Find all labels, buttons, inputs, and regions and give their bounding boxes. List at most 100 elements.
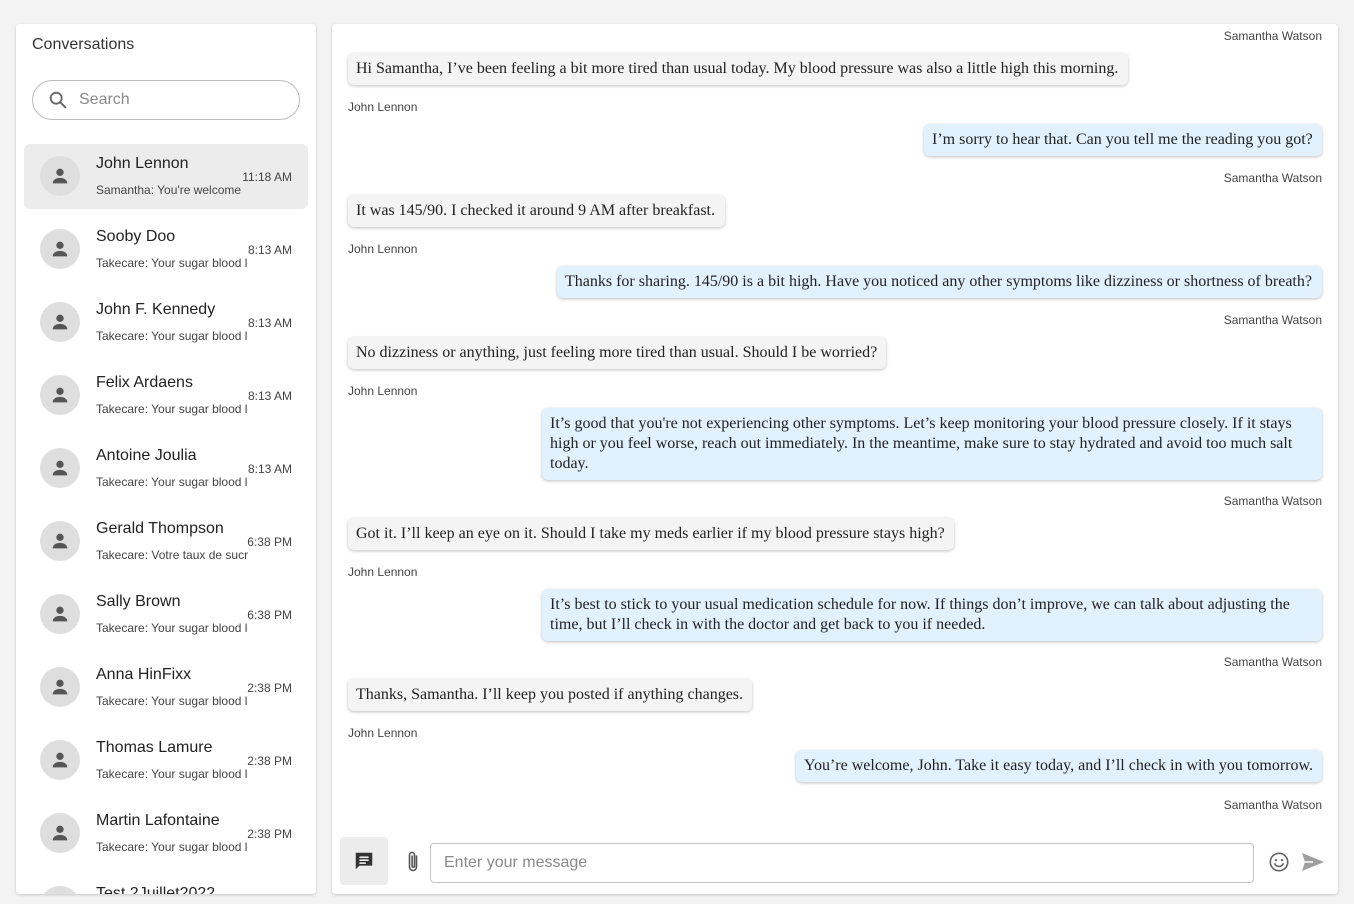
conversation-name: John F. Kennedy: [96, 301, 216, 318]
conversation-item[interactable]: Sally Brown Takecare: Your sugar blood le…: [24, 582, 308, 647]
paperclip-icon: [408, 851, 418, 872]
incoming-message: No dizziness or anything, just feeling m…: [348, 337, 886, 369]
conversation-item[interactable]: Thomas Lamure Takecare: Your sugar blood …: [24, 728, 308, 793]
chat-icon: [355, 852, 373, 870]
conversation-time: 11:18 AM: [242, 170, 292, 184]
conversation-time: 8:13 AM: [247, 243, 292, 257]
avatar: [40, 594, 80, 634]
person-icon: [52, 533, 68, 549]
conversation-preview: Takecare: Your sugar blood level: [96, 621, 248, 635]
conversation-time: 2:38 PM: [247, 681, 292, 695]
outgoing-message: I’m sorry to hear that. Can you tell me …: [924, 124, 1322, 156]
person-icon: [52, 752, 68, 768]
conversation-time: 2:38 PM: [247, 827, 292, 841]
outgoing-message: It’s good that you're not experiencing o…: [542, 408, 1322, 480]
conversation-preview: Takecare: Votre taux de sucre: [96, 548, 248, 562]
incoming-message: Hi Samantha, I’ve been feeling a bit mor…: [348, 53, 1128, 85]
conversation-time: 8:13 AM: [247, 316, 292, 330]
person-icon: [52, 241, 68, 257]
message-sender: Samantha Watson: [1223, 313, 1322, 327]
incoming-message: Thanks, Samantha. I’ll keep you posted i…: [348, 679, 752, 711]
outgoing-message: It’s best to stick to your usual medicat…: [542, 589, 1322, 641]
conversation-item[interactable]: Anna HinFixx Takecare: Your sugar blood l…: [24, 655, 308, 720]
conversation-name: Felix Ardaens: [96, 374, 193, 391]
incoming-message: It was 145/90. I checked it around 9 AM …: [348, 195, 725, 227]
conversation-preview: Takecare: Your sugar blood level: [96, 840, 248, 854]
message-sender: John Lennon: [348, 384, 418, 398]
conversation-preview: Takecare: Your sugar blood level: [96, 256, 248, 270]
message-sender: John Lennon: [348, 565, 418, 579]
chat-panel: Samantha Watson Hi Samantha, I’ve been f…: [332, 24, 1338, 894]
person-icon: [52, 387, 68, 403]
message-sender: Samantha Watson: [1223, 494, 1322, 508]
conversation-name: Sooby Doo: [96, 228, 176, 245]
avatar: [40, 375, 80, 415]
search-icon: [49, 91, 67, 109]
conversation-time: 8:13 AM: [247, 389, 292, 403]
conversation-time: 6:38 PM: [247, 608, 292, 622]
conversation-name: Thomas Lamure: [96, 739, 213, 756]
avatar: [40, 740, 80, 780]
message-sender: John Lennon: [348, 242, 418, 256]
conversation-name: Gerald Thompson: [96, 520, 224, 537]
message-list: Samantha Watson Hi Samantha, I’ve been f…: [332, 24, 1338, 824]
conversation-name: Martin Lafontaine: [96, 812, 220, 829]
avatar: [40, 521, 80, 561]
conversation-time: 6:38 PM: [247, 535, 292, 549]
person-icon: [52, 606, 68, 622]
conversation-preview: Takecare: Your sugar blood level: [96, 767, 248, 781]
conversation-time: 2:38 PM: [247, 754, 292, 768]
person-icon: [52, 168, 68, 184]
conversation-time: 8:13 AM: [247, 462, 292, 476]
conversation-name: Anna HinFixx: [96, 666, 192, 683]
avatar: [40, 156, 80, 196]
avatar: [40, 448, 80, 488]
conversation-item[interactable]: John Lennon Samantha: You're welcome 11:18…: [24, 144, 308, 209]
send-icon[interactable]: [1301, 851, 1325, 873]
conversation-name: John Lennon: [96, 155, 189, 172]
avatar: [40, 229, 80, 269]
message-sender: John Lennon: [348, 100, 418, 114]
conversation-preview: Takecare: Your sugar blood level: [96, 402, 248, 416]
conversation-name: Sally Brown: [96, 593, 181, 610]
conversation-item[interactable]: Gerald Thompson Takecare: Votre taux de s…: [24, 509, 308, 574]
message-composer: [340, 837, 1330, 887]
conversation-preview: Samantha: You're welcome: [96, 183, 242, 197]
message-sender: Samantha Watson: [1223, 655, 1322, 669]
outgoing-message: You’re welcome, John. Take it easy today…: [796, 750, 1322, 782]
person-icon: [52, 314, 68, 330]
person-icon: [52, 825, 68, 841]
outgoing-message: Thanks for sharing. 145/90 is a bit high…: [557, 266, 1322, 298]
conversation-item[interactable]: Felix Ardaens Takecare: Your sugar blood …: [24, 363, 308, 428]
message-input[interactable]: [430, 843, 1254, 883]
conversations-title: Conversations: [32, 36, 135, 53]
conversations-panel: Conversations John Lennon Samantha: You'r…: [16, 24, 316, 894]
attach-button[interactable]: [402, 849, 424, 875]
conversation-preview: Takecare: Your sugar blood level: [96, 475, 248, 489]
conversation-name: Antoine Joulia: [96, 447, 197, 464]
conversation-preview: Takecare: Your sugar blood level: [96, 694, 248, 708]
incoming-message: Got it. I’ll keep an eye on it. Should I…: [348, 518, 954, 550]
search-box[interactable]: [32, 80, 300, 120]
emoji-icon[interactable]: [1268, 851, 1290, 873]
message-sender: Samantha Watson: [1223, 29, 1322, 43]
avatar: [40, 667, 80, 707]
person-icon: [52, 460, 68, 476]
avatar: [40, 302, 80, 342]
conversation-item[interactable]: Martin Lafontaine Takecare: Your sugar bl…: [24, 801, 308, 866]
message-sender: Samantha Watson: [1223, 798, 1322, 812]
avatar: [40, 886, 80, 894]
avatar: [40, 813, 80, 853]
search-input[interactable]: [79, 91, 279, 109]
conversation-name: Test 2Juillet2022: [96, 885, 216, 894]
conversation-preview: Takecare: Your sugar blood level: [96, 329, 248, 343]
conversation-item[interactable]: Sooby Doo Takecare: Your sugar blood leve…: [24, 217, 308, 282]
chat-button[interactable]: [340, 837, 388, 885]
person-icon: [52, 679, 68, 695]
message-sender: Samantha Watson: [1223, 171, 1322, 185]
conversation-item[interactable]: Test 2Juillet2022: [24, 874, 308, 894]
conversation-list: John Lennon Samantha: You're welcome 11:18…: [24, 144, 308, 894]
conversation-item[interactable]: Antoine Joulia Takecare: Your sugar blood…: [24, 436, 308, 501]
message-sender: John Lennon: [348, 726, 418, 740]
conversation-item[interactable]: John F. Kennedy Takecare: Your sugar bloo…: [24, 290, 308, 355]
